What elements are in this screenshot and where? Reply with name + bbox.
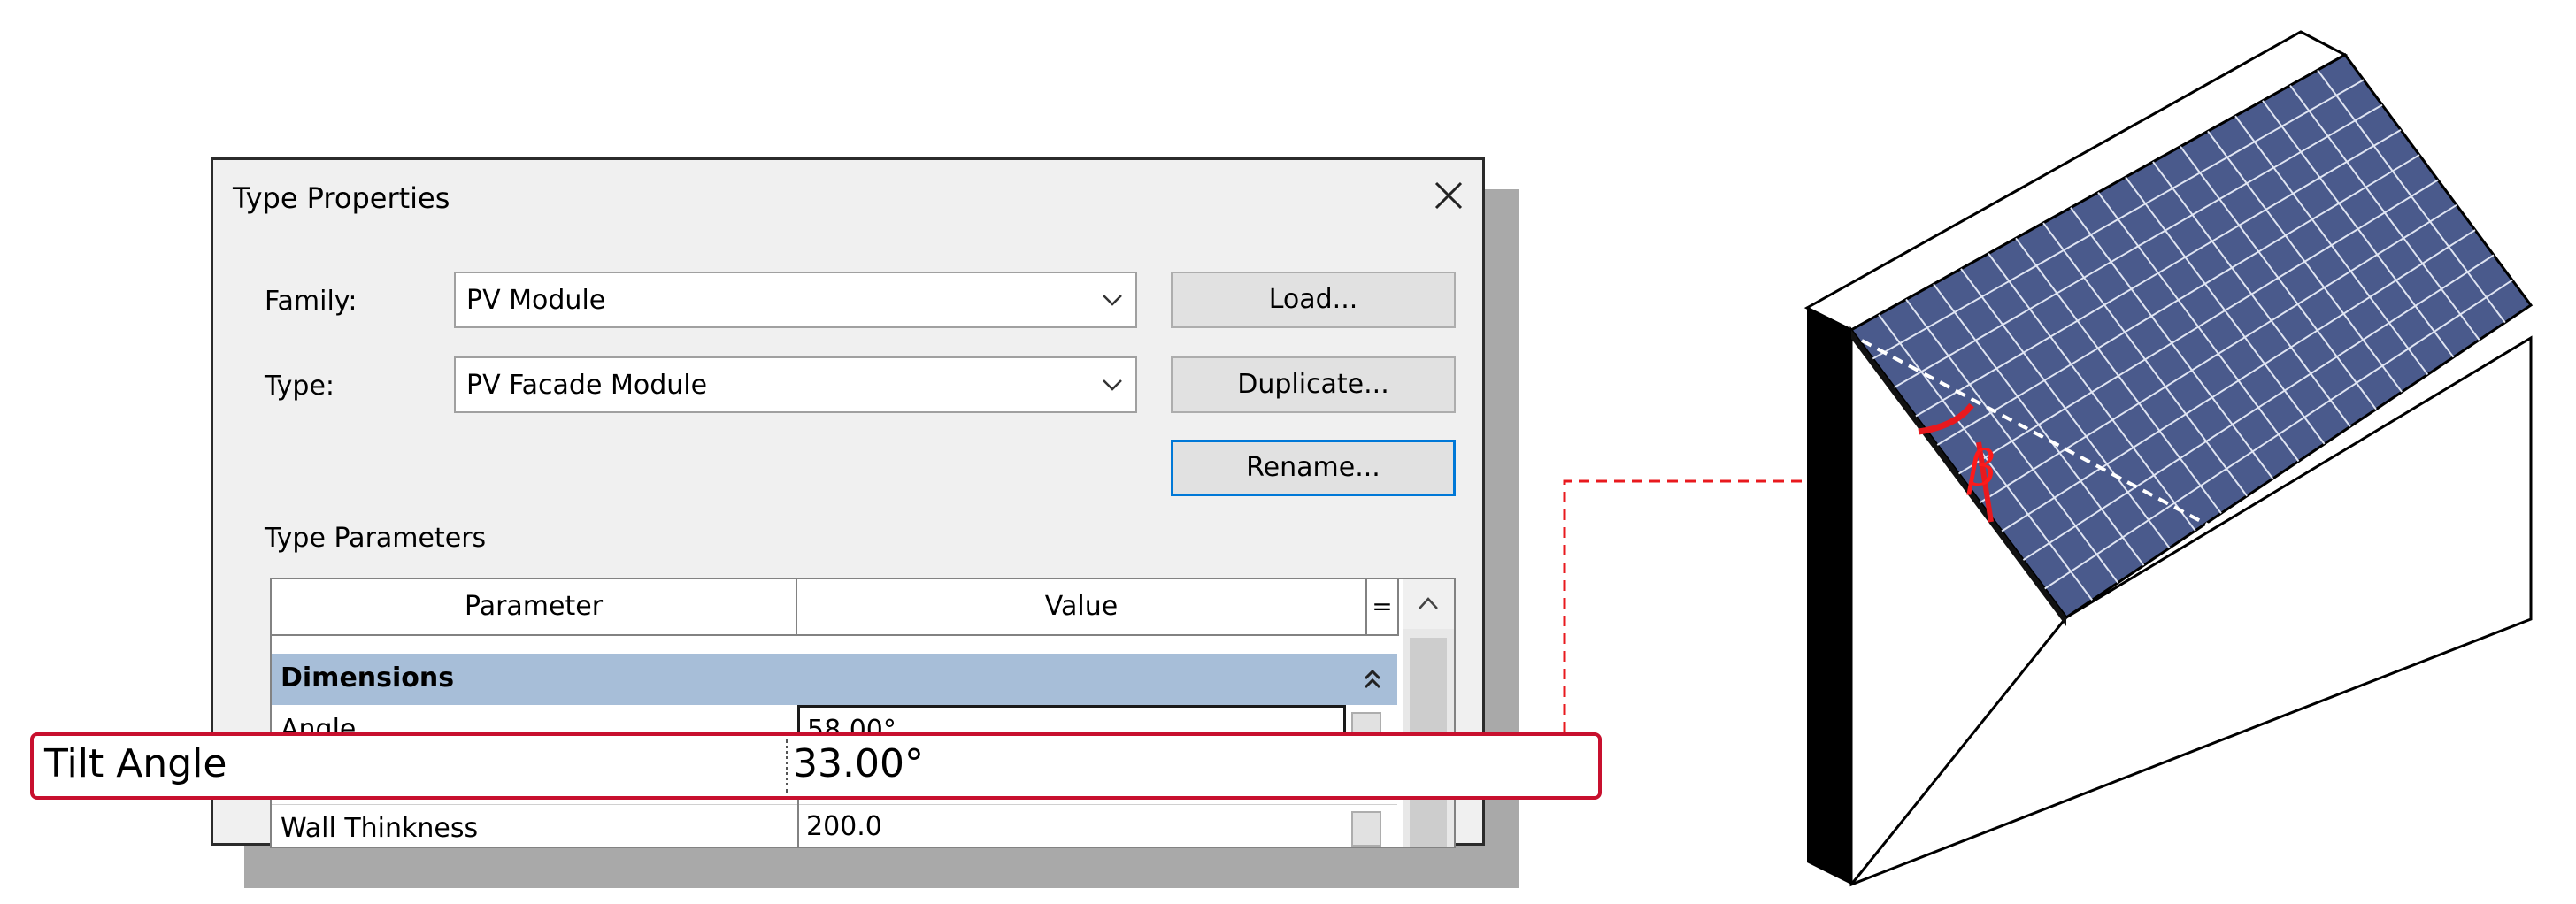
close-icon[interactable] [1431,178,1466,213]
wall-front-face [1807,308,1851,885]
support-body [1849,326,2533,887]
tilt-angle-arc [1918,402,1974,435]
formula-button[interactable] [1351,811,1381,847]
family-value: PV Module [466,285,606,316]
angle-symbol: β [1968,441,1996,496]
column-header-value[interactable]: Value [797,579,1367,636]
double-chevron-up-icon[interactable] [1362,668,1383,691]
horizontal-reference-line [1861,339,2210,527]
leader-line [1563,479,1975,732]
type-value: PV Facade Module [466,370,708,401]
family-label: Family: [265,286,358,317]
chevron-up-icon [1419,597,1438,609]
family-dropdown[interactable]: PV Module [454,272,1137,328]
group-label: Dimensions [281,663,455,693]
group-row-dimensions[interactable]: Dimensions [272,654,1397,705]
pv-panel-thickness [1851,330,2066,626]
vertical-scrollbar[interactable] [1403,579,1454,847]
chevron-down-icon [1103,295,1122,306]
load-button[interactable]: Load... [1171,272,1456,328]
type-label: Type: [265,371,335,402]
pv-cell-grid [1872,69,2513,601]
tilt-angle-callout: Tilt Angle 33.00° [30,732,1602,800]
callout-divider [786,739,788,793]
parameter-name: Wall Thinkness [281,813,479,844]
type-dropdown[interactable]: PV Facade Module [454,356,1137,413]
chevron-down-icon [1103,379,1122,391]
pv-panel [1849,53,2534,620]
support-edge [1849,617,2068,885]
column-header-formula[interactable]: = [1367,579,1399,636]
dialog-title: Type Properties [233,181,450,215]
parameter-value[interactable]: 200.0 [797,804,1346,847]
type-parameters-label: Type Parameters [265,523,487,554]
callout-value: 33.00° [793,741,924,786]
duplicate-button[interactable]: Duplicate... [1171,356,1456,413]
column-header-parameter[interactable]: Parameter [272,579,797,636]
wall-top-face [1803,30,2349,332]
table-row[interactable]: Wall Thinkness 200.0 [272,804,1397,847]
type-parameters-grid: Parameter Value = Dimensions Angle 58.00… [270,578,1456,848]
callout-label: Tilt Angle [44,741,227,786]
scroll-up-button[interactable] [1403,579,1454,629]
rename-button[interactable]: Rename... [1171,440,1456,496]
